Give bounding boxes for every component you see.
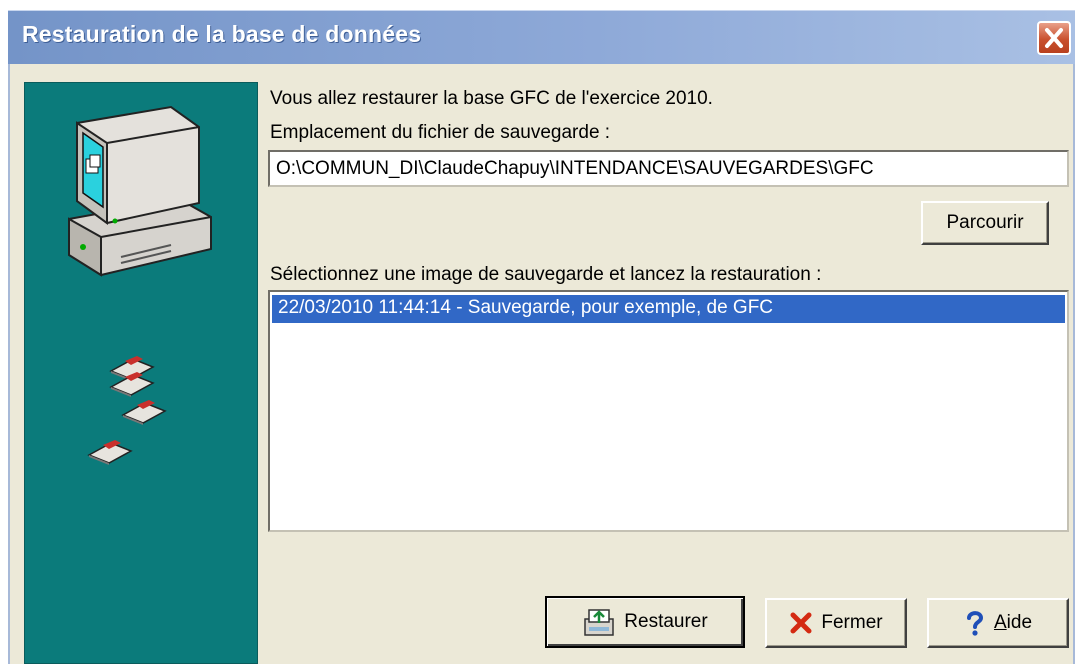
restore-dialog: Restauration de la base de données Vous … xyxy=(0,0,1079,664)
close-window-button[interactable] xyxy=(1037,21,1071,55)
backup-location-field[interactable]: O:\COMMUN_DI\ClaudeChapuy\INTENDANCE\SAU… xyxy=(268,150,1069,187)
browse-button[interactable]: Parcourir xyxy=(921,201,1049,245)
floppy-disk-icon xyxy=(121,400,167,425)
location-label: Emplacement du fichier de sauvegarde : xyxy=(270,122,611,143)
help-mnemonic: A xyxy=(993,612,1007,633)
window-title: Restauration de la base de données xyxy=(22,21,422,47)
help-button-label: Aide xyxy=(994,612,1032,634)
close-button-label: Fermer xyxy=(821,612,883,633)
help-button[interactable]: Aide xyxy=(927,598,1069,648)
restore-button-label: Restaurer xyxy=(624,611,708,632)
red-x-icon xyxy=(790,612,812,634)
restore-message: Vous allez restaurer la base GFC de l'ex… xyxy=(270,88,713,109)
select-backup-label: Sélectionnez une image de sauvegarde et … xyxy=(270,264,822,285)
close-x-icon xyxy=(1045,28,1063,48)
help-label-rest: ide xyxy=(1006,612,1033,633)
floppy-disk-icon xyxy=(109,372,155,397)
browse-button-label: Parcourir xyxy=(946,212,1024,233)
list-item[interactable]: 22/03/2010 11:44:14 - Sauvegarde, pour e… xyxy=(272,295,1065,323)
close-button[interactable]: Fermer xyxy=(765,598,907,648)
question-mark-icon xyxy=(966,611,983,636)
decorative-side-panel xyxy=(24,82,258,664)
backup-list[interactable]: 22/03/2010 11:44:14 - Sauvegarde, pour e… xyxy=(268,290,1069,532)
computer-icon xyxy=(68,105,212,277)
floppy-disk-icon xyxy=(87,440,133,465)
title-bar[interactable]: Restauration de la base de données xyxy=(8,10,1075,65)
restore-button[interactable]: Restaurer xyxy=(545,596,745,648)
restore-icon xyxy=(584,609,615,636)
